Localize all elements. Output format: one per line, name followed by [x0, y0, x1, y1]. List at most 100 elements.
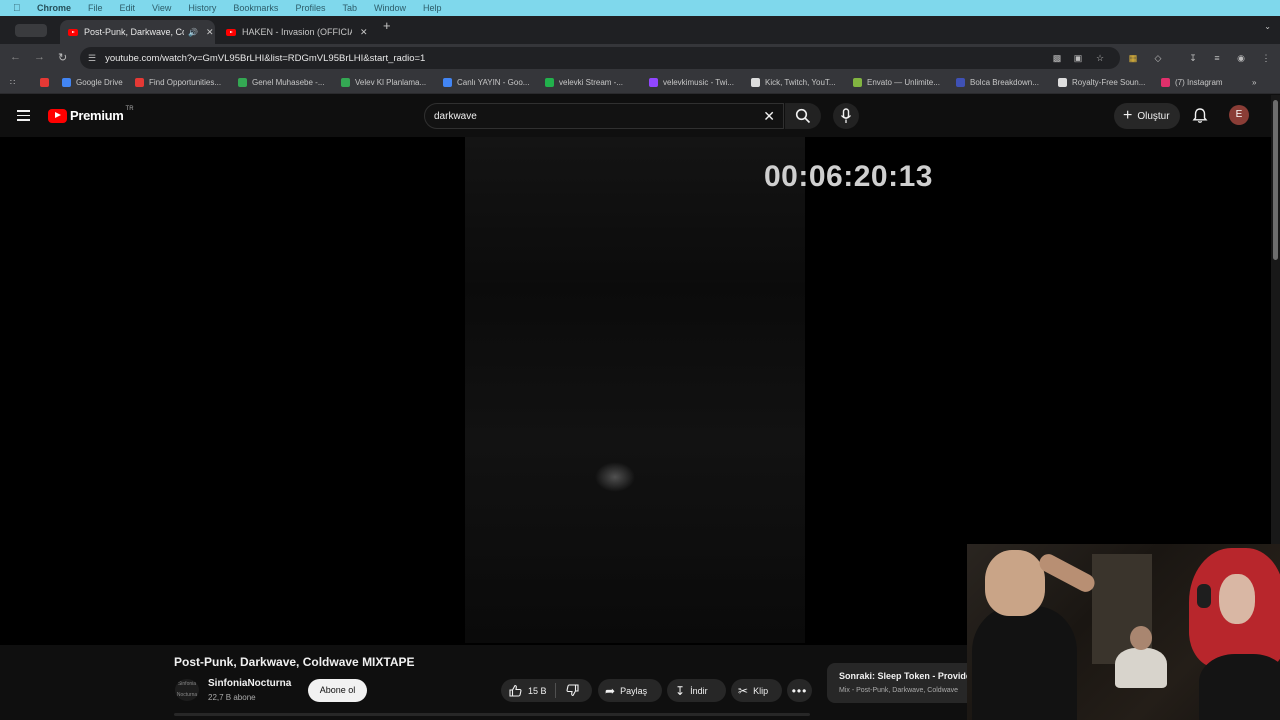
apps-grid-icon[interactable]: ∷	[10, 78, 15, 87]
microphone-icon	[840, 108, 852, 123]
bookmark-label: Canlı YAYIN - Goo...	[457, 78, 530, 87]
profile-icon[interactable]: ◉	[1236, 53, 1246, 63]
bookmark-item[interactable]: Envato — Unlimite...	[853, 78, 940, 87]
close-tab-icon[interactable]: ✕	[360, 27, 368, 38]
clear-search-icon[interactable]: ✕	[763, 108, 775, 124]
bookmarks-overflow-icon[interactable]: »	[1252, 78, 1256, 87]
bookmark-favicon-icon	[238, 78, 247, 87]
extension-icon[interactable]: ▦	[1128, 53, 1138, 63]
next-up-subtitle: Mix - Post-Punk, Darkwave, Coldwave	[839, 687, 959, 694]
bookmark-item[interactable]: Google Drive	[62, 78, 123, 87]
menu-profiles[interactable]: Profiles	[295, 3, 325, 13]
menu-edit[interactable]: Edit	[120, 3, 136, 13]
extensions-puzzle-icon[interactable]: ◇	[1153, 53, 1163, 63]
downloads-icon[interactable]: ↧	[1188, 53, 1198, 63]
bookmark-favicon-icon	[443, 78, 452, 87]
menu-history[interactable]: History	[188, 3, 216, 13]
bookmark-label: (7) Instagram	[1175, 78, 1223, 87]
bookmarks-bar: ∷ Google Drive Find Opportunities... Gen…	[0, 72, 1280, 94]
menu-help[interactable]: Help	[423, 3, 442, 13]
bookmark-youtube[interactable]	[40, 78, 54, 87]
scrollbar-thumb[interactable]	[1273, 100, 1278, 260]
menu-window[interactable]: Window	[374, 3, 406, 13]
video-frame	[465, 137, 805, 643]
forward-arrow-icon[interactable]: →	[34, 51, 45, 63]
plus-icon: +	[1123, 107, 1133, 124]
dislike-button[interactable]	[566, 684, 579, 697]
bookmark-item[interactable]: Genel Muhasebe -...	[238, 78, 324, 87]
create-label: Oluştur	[1137, 110, 1170, 122]
tab-list-chevron-icon[interactable]: ⌄	[1264, 22, 1271, 31]
subscribe-button[interactable]: Abone ol	[308, 679, 367, 702]
bookmark-item[interactable]: (7) Instagram	[1161, 78, 1223, 87]
download-button[interactable]: ↧ İndir	[667, 679, 726, 702]
tab-inactive[interactable]: HAKEN - Invasion (OFFICIAL ✕	[218, 20, 378, 44]
install-app-icon[interactable]: ▣	[1073, 53, 1083, 63]
subscriber-count: 22,7 B abone	[208, 693, 256, 702]
download-icon: ↧	[675, 683, 686, 698]
close-tab-icon[interactable]: ✕	[206, 27, 214, 38]
menu-bookmarks[interactable]: Bookmarks	[233, 3, 278, 13]
description-box-edge	[174, 713, 810, 716]
new-tab-plus-icon[interactable]: +	[383, 19, 391, 32]
voice-search-button[interactable]	[833, 103, 859, 129]
bookmark-item[interactable]: Bolca Breakdown...	[956, 78, 1039, 87]
menu-tab[interactable]: Tab	[342, 3, 357, 13]
bookmark-star-icon[interactable]: ☆	[1095, 53, 1105, 63]
account-avatar[interactable]: E	[1229, 105, 1249, 125]
more-actions-button[interactable]: •••	[787, 679, 812, 702]
youtube-favicon-icon	[226, 28, 236, 36]
bookmark-item[interactable]: Royalty-Free Soun...	[1058, 78, 1145, 87]
bookmark-favicon-icon	[751, 78, 760, 87]
menu-app-name[interactable]: Chrome	[37, 3, 71, 13]
chrome-menu-icon[interactable]: ⋮	[1261, 53, 1271, 63]
bookmark-item[interactable]: Velev Kl Planlama...	[341, 78, 426, 87]
menu-file[interactable]: File	[88, 3, 103, 13]
channel-avatar[interactable]: Sinfonia Nocturna	[175, 679, 199, 701]
bookmark-label: Find Opportunities...	[149, 78, 222, 87]
macos-menu-bar:  Chrome File Edit View History Bookmark…	[0, 0, 1280, 16]
bookmark-item[interactable]: Find Opportunities...	[135, 78, 221, 87]
address-bar[interactable]: ☰ youtube.com/watch?v=GmVL95BrLHI&list=R…	[80, 47, 1120, 69]
menu-view[interactable]: View	[152, 3, 171, 13]
channel-name[interactable]: SinfoniaNocturna	[208, 678, 291, 689]
youtube-premium-logo[interactable]: Premium TR	[48, 106, 134, 123]
site-info-icon[interactable]: ☰	[88, 53, 96, 64]
bookmark-item[interactable]: velevkimusic - Twi...	[649, 78, 734, 87]
like-count: 15 B	[528, 685, 547, 696]
like-button[interactable]: 15 B	[501, 684, 547, 697]
bookmark-label: velevki Stream -...	[559, 78, 624, 87]
download-label: İndir	[690, 685, 708, 696]
translate-icon[interactable]: ▩	[1052, 53, 1062, 63]
search-query: darkwave	[434, 110, 477, 122]
tab-title: HAKEN - Invasion (OFFICIAL	[242, 27, 352, 37]
scissors-icon: ✂	[738, 683, 749, 698]
bookmark-item[interactable]: Canlı YAYIN - Goo...	[443, 78, 529, 87]
share-label: Paylaş	[620, 685, 648, 696]
notifications-bell-icon[interactable]	[1192, 107, 1208, 124]
clip-button[interactable]: ✂ Klip	[731, 679, 782, 702]
search-input[interactable]: darkwave ✕	[424, 103, 784, 129]
webcam-overlay	[967, 544, 1280, 720]
apple-icon[interactable]: 	[13, 3, 25, 14]
audio-playing-icon[interactable]: 🔊	[188, 28, 198, 37]
bookmark-favicon-icon	[1161, 78, 1170, 87]
next-up-card[interactable]: Sonraki: Sleep Token - Provider Mix - Po…	[827, 663, 977, 703]
next-up-title: Sonraki: Sleep Token - Provider	[839, 671, 975, 681]
reload-icon[interactable]: ↻	[58, 51, 67, 64]
bookmark-item[interactable]: velevki Stream -...	[545, 78, 623, 87]
bookmark-label: Google Drive	[76, 78, 123, 87]
search-button[interactable]	[785, 103, 821, 129]
back-arrow-icon[interactable]: ←	[10, 51, 21, 63]
youtube-play-icon	[48, 108, 67, 123]
create-button[interactable]: + Oluştur	[1114, 103, 1180, 129]
bookmark-item[interactable]: Kick, Twitch, YouT...	[751, 78, 836, 87]
hamburger-menu-icon[interactable]	[17, 110, 30, 121]
video-title: Post-Punk, Darkwave, Coldwave MIXTAPE	[174, 655, 415, 669]
reading-list-icon[interactable]: ≡	[1212, 53, 1222, 63]
logo-text: Premium	[70, 108, 124, 123]
share-button[interactable]: ➦ Paylaş	[598, 679, 662, 702]
tab-active[interactable]: Post-Punk, Darkwave, Co 🔊 ✕	[60, 20, 215, 44]
tab-search-button[interactable]	[15, 24, 47, 37]
bookmark-favicon-icon	[1058, 78, 1067, 87]
